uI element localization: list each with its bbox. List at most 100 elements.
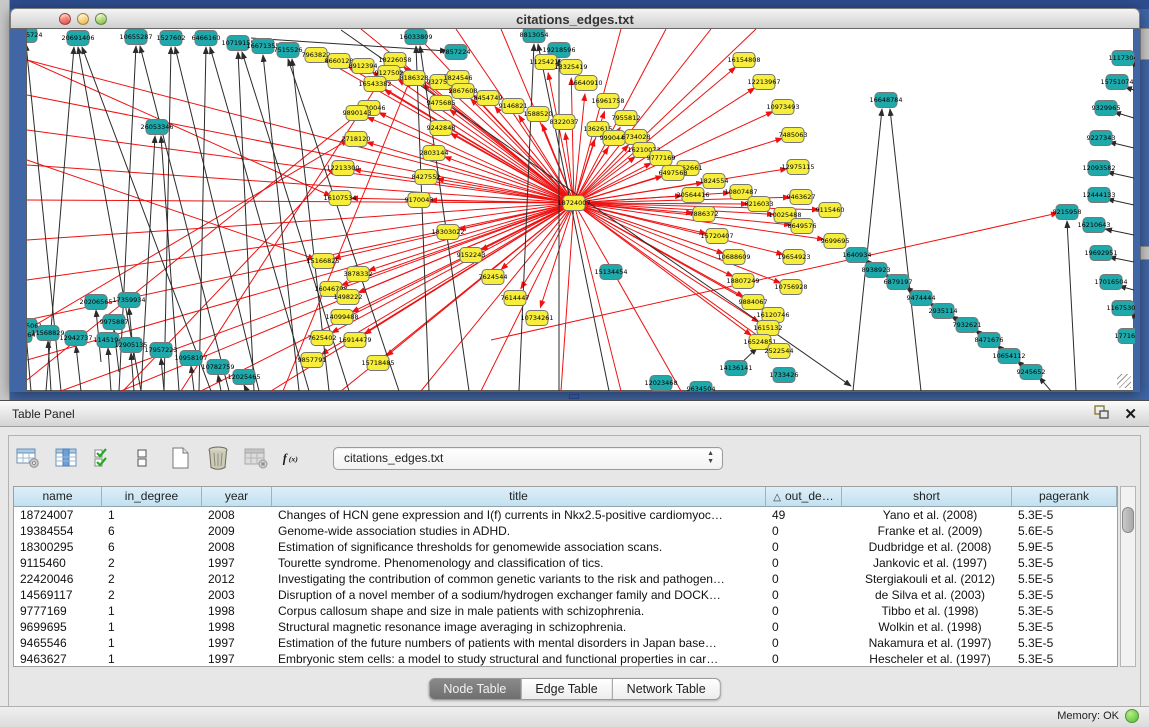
network-canvas[interactable]: 2405572420691406106552871527602646616010… [26, 29, 1134, 391]
graph-node[interactable]: 2935114 [929, 304, 958, 319]
column-header-indegree[interactable]: in_degree [102, 487, 202, 506]
tab-network-table[interactable]: Network Table [613, 678, 721, 700]
graph-node[interactable]: 18303022 [431, 225, 464, 240]
table-row[interactable]: 911546021997Tourette syndrome. Phenomeno… [14, 555, 1117, 571]
graph-node[interactable]: 16033809 [399, 30, 432, 45]
graph-node[interactable]: 15718485 [361, 356, 394, 371]
graph-node[interactable]: 1615132 [754, 321, 783, 336]
graph-node[interactable]: 14136141 [719, 361, 752, 376]
graph-node[interactable]: 16640910 [569, 76, 602, 91]
graph-node[interactable]: 16648784 [869, 93, 902, 108]
network-window-titlebar[interactable]: citations_edges.txt [10, 8, 1140, 29]
graph-node[interactable]: 9884067 [739, 295, 768, 310]
graph-node[interactable]: 7955812 [612, 111, 641, 126]
graph-node[interactable]: 2803144 [420, 146, 449, 161]
graph-node[interactable]: 10756928 [774, 280, 807, 295]
graph-node[interactable]: 12023468 [644, 376, 677, 391]
graph-node[interactable]: 8186328 [400, 71, 429, 86]
tab-node-table[interactable]: Node Table [428, 678, 521, 700]
graph-node[interactable]: 7624544 [479, 270, 508, 285]
column-header-pagerank[interactable]: pagerank [1012, 487, 1117, 506]
graph-node[interactable]: 7886372 [690, 207, 719, 222]
graph-node[interactable]: 8216033 [745, 197, 774, 212]
table-row[interactable]: 1830029562008Estimation of significance … [14, 539, 1117, 555]
graph-node[interactable]: 3878332 [344, 267, 373, 282]
graph-node[interactable]: 6497568 [659, 166, 688, 181]
graph-node[interactable]: 9474444 [907, 291, 936, 306]
graph-node[interactable]: 1588520 [524, 107, 553, 122]
graph-node[interactable]: 8322037 [550, 115, 579, 130]
graph-node[interactable]: 6879197 [884, 275, 913, 290]
graph-node[interactable]: 9227343 [1087, 131, 1116, 146]
graph-node[interactable]: 2522544 [765, 344, 794, 359]
table-row[interactable]: 1872400712008Changes of HCN gene express… [14, 507, 1117, 523]
graph-node[interactable]: 2718120 [342, 132, 371, 147]
graph-node[interactable]: 7625402 [308, 331, 337, 346]
graph-node[interactable]: 10654112 [992, 349, 1025, 364]
graph-node[interactable]: 7857224 [442, 45, 471, 60]
graph-node[interactable]: 8912394 [349, 59, 378, 74]
function-builder-icon[interactable]: f(x) [281, 445, 307, 471]
row-selection-icon[interactable] [91, 445, 117, 471]
graph-node[interactable]: 10734261 [520, 311, 553, 326]
graph-node[interactable]: 15751074 [1100, 75, 1133, 90]
table-row[interactable]: 969969511998Structural magnetic resonanc… [14, 619, 1117, 635]
graph-node[interactable]: 7932621 [953, 318, 982, 333]
graph-node[interactable]: 9170043 [405, 193, 434, 208]
graph-node[interactable]: 1527602 [157, 31, 186, 46]
graph-node[interactable]: 20691406 [61, 31, 94, 46]
graph-node[interactable]: 9857791 [298, 353, 327, 368]
select-columns-icon[interactable] [53, 445, 79, 471]
table-row[interactable]: 977716911998Corpus callosum shape and si… [14, 603, 1117, 619]
table-row[interactable]: 1456911722003Disruption of a novel membe… [14, 587, 1117, 603]
graph-node[interactable]: 12213967 [747, 75, 780, 90]
table-row[interactable]: 946554611997Estimation of the future num… [14, 635, 1117, 651]
graph-node[interactable]: 17359934 [112, 293, 145, 308]
graph-node[interactable]: 9475685 [427, 96, 456, 111]
table-settings-icon[interactable] [15, 445, 41, 471]
graph-node[interactable]: 8649576 [788, 219, 817, 234]
resize-grip[interactable] [1117, 374, 1131, 388]
table-vertical-scrollbar[interactable] [1120, 486, 1136, 667]
graph-node[interactable]: 9463627 [787, 190, 816, 205]
graph-node[interactable]: 9152243 [457, 248, 486, 263]
graph-node[interactable]: 16210643 [1077, 218, 1110, 233]
graph-node[interactable]: 9699695 [821, 234, 850, 249]
graph-node[interactable]: 17957223 [144, 343, 177, 358]
graph-node[interactable]: 12975115 [781, 160, 814, 175]
graph-node[interactable]: 16154808 [727, 53, 760, 68]
column-header-title[interactable]: title [272, 487, 766, 506]
graph-node[interactable]: 8813054 [520, 29, 549, 43]
graph-node[interactable]: 9245652 [1017, 365, 1046, 380]
table-selector-dropdown[interactable]: citations_edges.txt ▲▼ [333, 447, 723, 470]
graph-node[interactable]: 9115460 [816, 203, 845, 218]
graph-node[interactable]: 8215958 [1053, 205, 1082, 220]
delete-table-icon[interactable] [205, 445, 231, 471]
graph-node[interactable]: 1771674 [1115, 329, 1135, 344]
graph-node[interactable]: 7614447 [501, 291, 530, 306]
graph-node[interactable]: 19692951 [1084, 246, 1117, 261]
graph-node[interactable]: 19654923 [777, 250, 810, 265]
graph-node[interactable]: 16107534 [323, 191, 356, 206]
graph-node[interactable]: 1733426 [770, 368, 799, 383]
graph-node[interactable]: 26053346 [140, 120, 173, 135]
graph-node[interactable]: 11675309 [1106, 301, 1135, 316]
graph-node[interactable]: 9975887 [100, 315, 129, 330]
graph-node[interactable]: 16914479 [338, 333, 371, 348]
graph-node[interactable]: 7515526 [274, 43, 303, 58]
graph-node[interactable]: 24055724 [27, 29, 43, 43]
graph-node[interactable]: 16961758 [591, 94, 624, 109]
tab-edge-table[interactable]: Edge Table [521, 678, 612, 700]
column-header-short[interactable]: short [842, 487, 1012, 506]
graph-node[interactable]: 12025465 [227, 370, 260, 385]
table-row[interactable]: 1938455462009Genome-wide association stu… [14, 523, 1117, 539]
graph-node[interactable]: 9242848 [427, 121, 456, 136]
float-panel-icon[interactable] [1094, 405, 1110, 425]
column-header-outde[interactable]: △out_de… [766, 487, 842, 506]
column-header-name[interactable]: name [14, 487, 102, 506]
table-row[interactable]: 946362711997Embryonic stem cells: a mode… [14, 651, 1117, 667]
new-table-icon[interactable] [167, 445, 193, 471]
graph-node[interactable]: 15134454 [594, 265, 627, 280]
graph-node[interactable]: 15166825 [306, 254, 339, 269]
graph-node[interactable]: 10655287 [119, 30, 152, 45]
